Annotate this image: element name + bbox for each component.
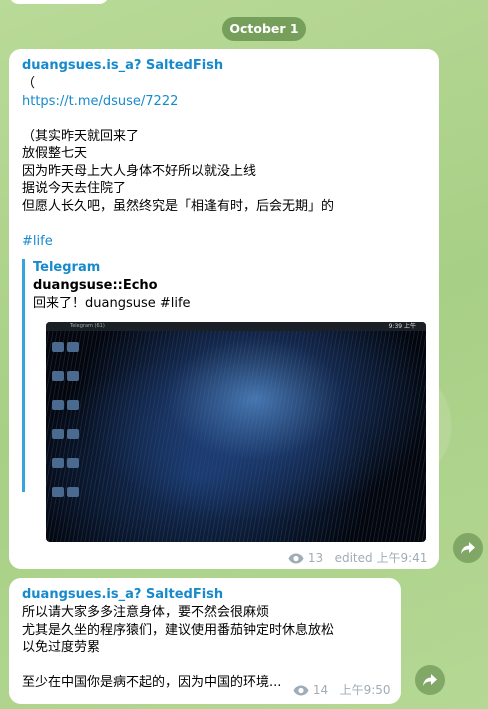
desktop-icon [52,458,64,468]
message-line: 以免过度劳累 [22,640,101,655]
share-arrow-icon [423,674,437,686]
message-line: 因为昨天母上大人身体不好所以就没上线 [22,163,257,179]
message-time: 上午9:41 [376,551,428,565]
sender-name[interactable]: duangsues.is_a? SaltedFish [22,586,389,604]
message-line: 尤其是久坐的程序猿们，建议使用番茄钟定时休息放松 [22,622,335,638]
message-meta: 13 edited 上午9:41 [288,549,427,567]
desktop-icon [52,487,64,497]
views-eye-icon [293,685,309,699]
view-count: 13 [307,551,324,565]
desktop-icon [52,400,64,410]
sender-name[interactable]: duangsues.is_a? SaltedFish [22,57,427,75]
preview-author: duangsuse::Echo [33,278,158,293]
share-arrow-icon [461,542,475,554]
message-line: （其实昨天就回来了 [22,128,140,144]
message-line-blank [22,110,427,128]
desktop-icon [67,429,79,439]
taskbar-clock: 9:39 上午 [388,323,416,330]
forward-button[interactable] [453,533,483,563]
taskbar-window-title: Telegram (61) [70,323,105,329]
desktop-icons [49,336,89,510]
desktop-taskbar: Telegram (61) 9:39 上午 [46,322,426,331]
desktop-icon [52,429,64,439]
desktop-icon [67,487,79,497]
message-meta: 14 上午9:50 [293,681,391,699]
message-link[interactable]: https://t.me/dsuse/7222 [22,93,427,111]
message-line: 但愿人长久吧，虽然终究是「相逢有时，后会无期」的 [22,198,335,214]
preview-source: Telegram [33,260,101,275]
message-line: 放假整七天 [22,146,88,161]
date-separator: October 1 [222,17,306,41]
desktop-icon [67,371,79,381]
desktop-icon [52,342,64,352]
desktop-icon [67,342,79,352]
edited-label: edited [334,551,373,565]
fiber-optic-wallpaper [46,322,426,542]
desktop-icon [67,458,79,468]
preview-text: 回来了！duangsuse #life [33,296,191,311]
hashtag-link[interactable]: #life [22,233,427,251]
message-line-blank [22,657,389,675]
desktop-icon [67,400,79,410]
message-line: 所以请大家多多注意身体，要不然会很麻烦 [22,605,270,620]
preview-image[interactable]: Telegram (61) 9:39 上午 [46,322,426,542]
forward-button[interactable] [415,665,445,695]
message-time: 上午9:50 [339,683,391,697]
view-count: 14 [312,683,329,697]
message-line: 据说今天去住院了 [22,181,127,196]
message-line: （ [22,76,36,91]
views-eye-icon [288,553,304,567]
previous-message-bubble [9,0,109,4]
message-line-blank [22,215,427,233]
desktop-icon [52,371,64,381]
